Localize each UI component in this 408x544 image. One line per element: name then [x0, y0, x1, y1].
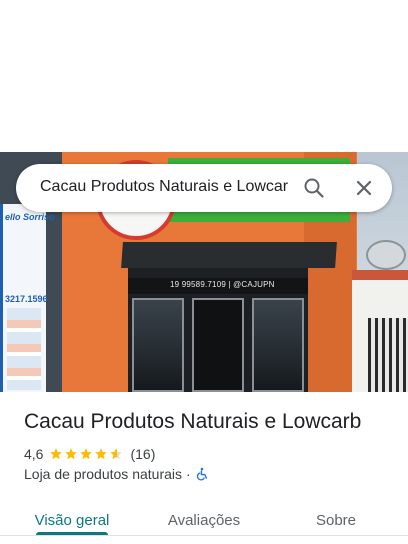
photo-left-sign: ello Sorriso 3217.1596	[0, 204, 55, 392]
place-category: Loja de produtos naturais	[24, 466, 182, 482]
rating-row[interactable]: 4,6 (16)	[24, 444, 155, 464]
photo-glass-door-left	[132, 298, 184, 392]
category-row: Loja de produtos naturais ·	[24, 464, 209, 484]
star-icon	[110, 448, 123, 460]
star-icon	[65, 448, 78, 460]
photo-awning	[121, 242, 337, 268]
place-info-panel: Cacau Produtos Naturais e Lowcarb 4,6 (1…	[0, 392, 408, 544]
photo-right-house	[352, 270, 408, 392]
place-title: Cacau Produtos Naturais e Lowcarb	[24, 410, 362, 433]
star-icon	[95, 448, 108, 460]
search-bar[interactable]: Cacau Produtos Naturais e Lowcarb	[16, 164, 392, 212]
rating-stars	[49, 447, 124, 461]
search-icon[interactable]	[302, 176, 326, 200]
tab-divider	[0, 535, 408, 536]
photo-satellite-dish	[366, 240, 406, 270]
photo-left-sign-phone: 3217.1596	[5, 294, 48, 304]
search-input[interactable]: Cacau Produtos Naturais e Lowcarb	[40, 178, 288, 196]
tab-bar: Visão geral Avaliações Sobre	[0, 498, 408, 544]
star-icon	[80, 448, 93, 460]
wheelchair-icon	[195, 467, 209, 481]
photo-right-gate	[368, 318, 408, 392]
photo-left-sign-images	[7, 308, 41, 390]
photo-glass-door-right	[252, 298, 304, 392]
reviews-count: (16)	[130, 446, 156, 462]
rating-value: 4,6	[24, 446, 44, 462]
photo-storefront-text: 19 99589.7109 | @CAJUPN	[170, 280, 275, 289]
photo-right-roof	[352, 270, 408, 280]
place-page: ello Sorriso 3217.1596 19 99589.7109 | @…	[0, 0, 408, 544]
category-separator: ·	[186, 466, 191, 482]
star-icon	[50, 448, 63, 460]
photo-left-sign-name: ello Sorriso	[5, 212, 55, 222]
photo-glass-door-center	[192, 298, 244, 392]
photo-storefront: 19 99589.7109 | @CAJUPN	[128, 268, 308, 392]
close-icon[interactable]	[352, 176, 376, 200]
